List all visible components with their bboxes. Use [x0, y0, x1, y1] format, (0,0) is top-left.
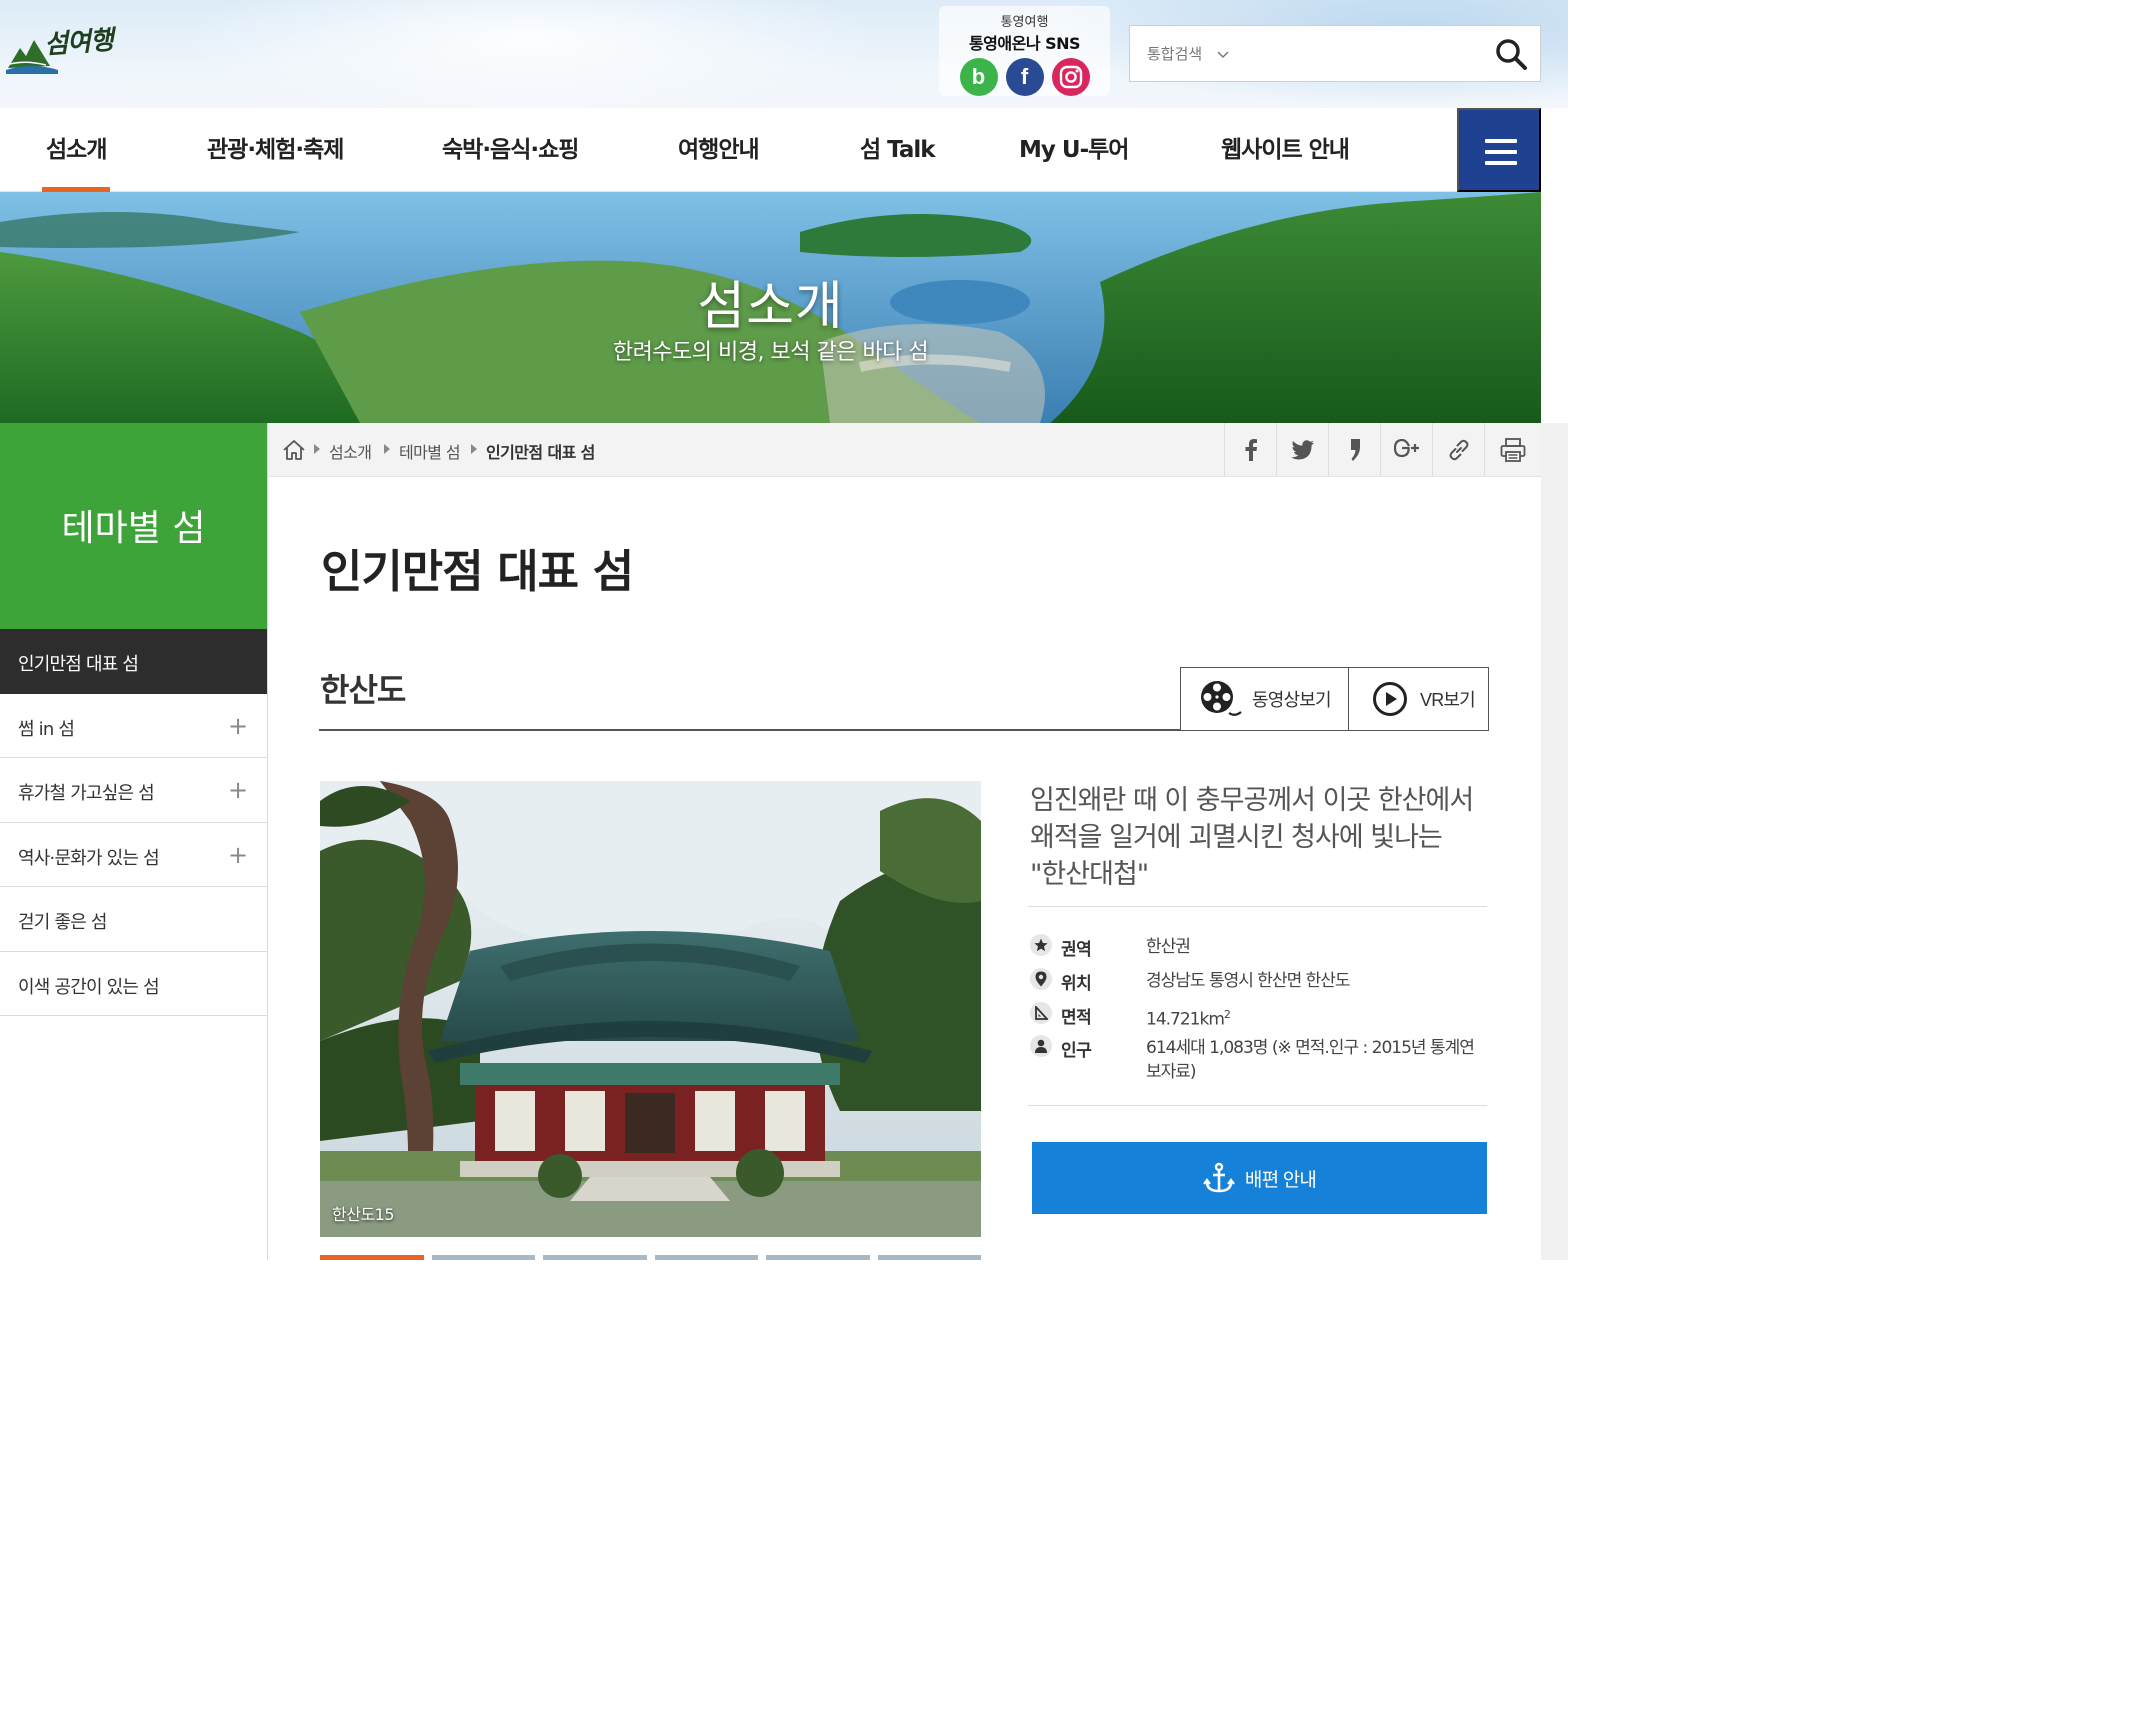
content-divider: [267, 423, 268, 1260]
sidebar-item-popular-island[interactable]: 인기만점 대표 섬: [0, 629, 267, 694]
breadcrumb-current: 인기만점 대표 섬: [486, 443, 595, 462]
facebook-icon: [1245, 438, 1257, 461]
main-navigation: 섬소개 관광·체험·축제 숙박·음식·쇼핑 여행안내 섬 Talk My U-투…: [0, 108, 1541, 192]
island-photo[interactable]: 한산도15: [320, 781, 981, 1237]
anchor-icon: [1203, 1162, 1235, 1193]
video-view-label: 동영상보기: [1252, 690, 1332, 710]
island-name: 한산도: [320, 671, 406, 709]
info-value: 경상남도 통영시 한산면 한산도: [1146, 971, 1351, 991]
info-value: 한산권: [1146, 937, 1191, 957]
photo-thumbnails: [320, 1255, 981, 1260]
island-description: 임진왜란 때 이 충무공께서 이곳 한산에서 왜적을 일거에 괴멸시킨 청사에 …: [1030, 785, 1474, 890]
star-icon: [1030, 934, 1052, 956]
google-plus-icon: [1393, 438, 1419, 457]
sidebar-title: 테마별 섬: [61, 508, 206, 549]
film-reel-icon: [1201, 681, 1242, 716]
sidebar-item-history-culture-island[interactable]: 역사·문화가 있는 섬 +: [0, 823, 267, 887]
share-facebook-button[interactable]: [1224, 423, 1276, 476]
info-value: 14.721km2: [1146, 1003, 1486, 1032]
shrine-photo-image: [320, 781, 981, 1237]
nav-item-tour-festival[interactable]: 관광·체험·축제: [207, 108, 344, 192]
info-divider: [1028, 1105, 1487, 1106]
banner-title: 섬소개: [697, 277, 844, 337]
home-icon[interactable]: [281, 437, 307, 463]
nav-item-website-guide[interactable]: 웹사이트 안내: [1221, 108, 1350, 192]
print-icon: [1500, 437, 1526, 462]
search-input[interactable]: [1260, 36, 1480, 72]
sns-small-label: 통영여행: [1000, 15, 1049, 30]
link-icon: [1449, 439, 1468, 460]
info-value: 614세대 1,083명 (※ 면적.인구 : 2015년 통계연보자료): [1146, 1038, 1475, 1082]
nav-item-my-u-tour[interactable]: My U-투어: [1019, 108, 1129, 192]
chevron-down-icon: [1217, 51, 1229, 59]
print-button[interactable]: [1484, 423, 1541, 476]
expand-icon[interactable]: +: [228, 841, 248, 869]
logo-text: 섬여행: [43, 25, 114, 61]
hero-banner: 섬소개 한려수도의 비경, 보석 같은 바다 섬: [0, 192, 1541, 423]
expand-icon[interactable]: +: [228, 712, 248, 740]
instagram-icon[interactable]: [1051, 58, 1090, 96]
sidebar-item-some-in-island[interactable]: 썸 in 섬 +: [0, 694, 267, 758]
sidebar-item-unique-space-island[interactable]: 이색 공간이 있는 섬: [0, 952, 267, 1016]
info-key: 인구: [1061, 1041, 1092, 1061]
sns-panel: 통영여행 통영애온나 SNS b f: [939, 6, 1110, 96]
sidebar-item-walking-island[interactable]: 걷기 좋은 섬: [0, 887, 267, 952]
thumbnail-item[interactable]: [654, 1255, 758, 1260]
vr-view-label: VR보기: [1420, 690, 1476, 710]
nav-item-island-intro[interactable]: 섬소개: [41, 108, 112, 192]
nav-item-stay-food-shopping[interactable]: 숙박·음식·쇼핑: [442, 108, 579, 192]
page-title: 인기만점 대표 섬: [321, 545, 634, 598]
play-circle-icon: [1373, 682, 1407, 716]
facebook-icon[interactable]: f: [1005, 58, 1044, 96]
search-icon: [1496, 39, 1527, 70]
site-logo[interactable]: 섬여행: [6, 10, 116, 74]
breadcrumb-arrow-icon: [384, 444, 390, 454]
info-divider: [1028, 906, 1487, 907]
sidebar-item-vacation-island[interactable]: 휴가철 가고싶은 섬 +: [0, 758, 267, 823]
location-pin-icon: [1030, 968, 1052, 990]
thumbnail-item[interactable]: [766, 1255, 870, 1260]
twitter-icon: [1290, 439, 1314, 460]
thumbnail-item[interactable]: [320, 1255, 424, 1260]
info-key: 면적: [1061, 1008, 1092, 1028]
info-key: 위치: [1061, 974, 1092, 994]
thumbnail-item[interactable]: [877, 1255, 981, 1260]
banner-subtitle: 한려수도의 비경, 보석 같은 바다 섬: [612, 340, 929, 365]
top-header: 섬여행 통영여행 통영애온나 SNS b f 통합검색: [0, 0, 1568, 108]
search-bar: 통합검색: [1129, 25, 1541, 82]
person-icon: [1030, 1035, 1052, 1057]
breadcrumb: 섬소개 테마별 섬 인기만점 대표 섬: [268, 423, 1541, 477]
share-kakaostory-button[interactable]: [1328, 423, 1380, 476]
sidebar-menu: 인기만점 대표 섬 썸 in 섬 + 휴가철 가고싶은 섬 + 역사·문화가 있…: [0, 629, 267, 1016]
sidebar-header: 테마별 섬: [0, 423, 267, 629]
thumbnail-item[interactable]: [431, 1255, 535, 1260]
video-view-button[interactable]: 동영상보기: [1180, 667, 1349, 731]
sns-title: 통영애온나 SNS: [968, 34, 1081, 53]
area-icon: [1030, 1002, 1052, 1024]
share-google-plus-button[interactable]: [1380, 423, 1432, 476]
thumbnail-item[interactable]: [543, 1255, 647, 1260]
breadcrumb-item[interactable]: 테마별 섬: [399, 439, 461, 463]
page-edge: [1541, 423, 1568, 1260]
breadcrumb-arrow-icon: [471, 444, 477, 454]
breadcrumb-arrow-icon: [314, 444, 320, 454]
info-value-text: 14.721km: [1146, 1009, 1225, 1030]
all-menu-button[interactable]: [1457, 108, 1541, 192]
expand-icon[interactable]: +: [228, 776, 248, 804]
info-key: 권역: [1061, 940, 1092, 960]
ferry-info-button[interactable]: 배편 안내: [1032, 1142, 1487, 1214]
copy-link-button[interactable]: [1432, 423, 1484, 476]
search-scope-select[interactable]: 통합검색: [1147, 43, 1229, 64]
vr-view-button[interactable]: VR보기: [1348, 667, 1489, 731]
breadcrumb-item[interactable]: 섬소개: [329, 439, 372, 463]
search-button[interactable]: [1494, 37, 1528, 71]
blog-icon[interactable]: b: [959, 58, 998, 96]
nav-item-travel-guide[interactable]: 여행안내: [678, 108, 760, 192]
nav-item-island-talk[interactable]: 섬 Talk: [860, 108, 936, 192]
share-twitter-button[interactable]: [1276, 423, 1328, 476]
ferry-info-label: 배편 안내: [1244, 1169, 1317, 1191]
kakaostory-icon: [1350, 438, 1360, 461]
photo-caption: 한산도15: [332, 1205, 395, 1224]
info-value-superscript: 2: [1223, 1008, 1231, 1021]
